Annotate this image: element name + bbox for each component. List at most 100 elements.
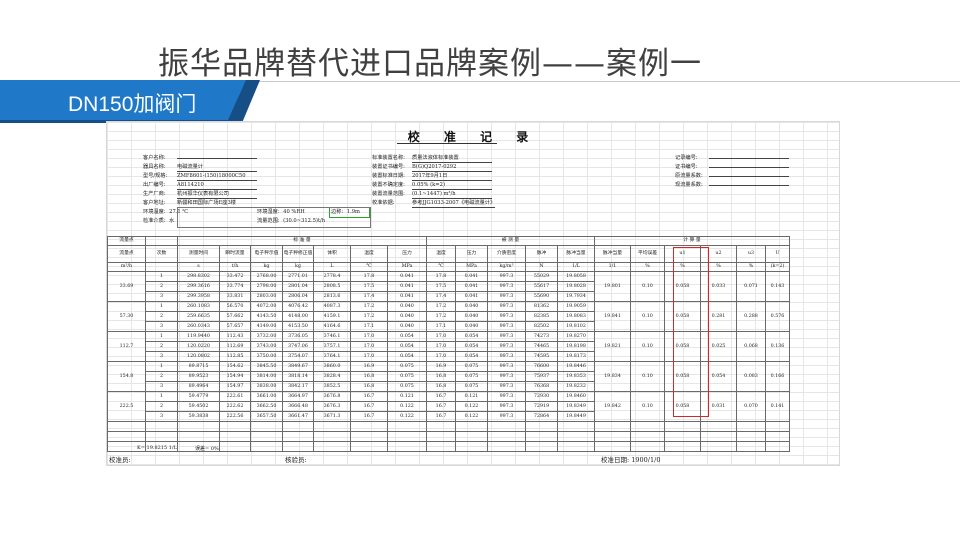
- calibration-sheet: 校 准 记 录 客户名称: 器具名称: 电磁流量计 型号/规格: ZMF8601-(15…: [106, 121, 840, 466]
- column-header: 流量点: [107, 245, 146, 263]
- data-cell: 997.3: [487, 301, 526, 312]
- data-cell: 1: [145, 361, 178, 372]
- data-cell: 17.0: [350, 331, 388, 342]
- data-cell: 0.121: [387, 391, 427, 402]
- data-cell: 997.3: [487, 401, 526, 412]
- calc-U: 0.136: [765, 331, 790, 362]
- data-cell: 3732.00: [250, 331, 283, 342]
- data-cell: 1: [145, 271, 178, 282]
- unit-cell: MPa: [455, 262, 488, 272]
- data-cell: 2: [145, 311, 178, 322]
- data-cell: 16.9: [350, 361, 388, 372]
- column-header: 电子秤示值: [250, 245, 283, 263]
- data-cell: 0.041: [387, 281, 427, 292]
- flow-point: 33.69: [107, 271, 146, 302]
- data-cell: 19.8173: [557, 351, 595, 362]
- calc-U: 0.143: [765, 271, 790, 302]
- info-mid-row: 校准依据: 参考JJG1033-2007《电磁流量计》: [372, 200, 496, 208]
- flow-point: 112.7: [107, 331, 146, 362]
- data-cell: 112.69: [219, 341, 251, 352]
- data-cell: 997.3: [487, 291, 526, 302]
- data-cell: 2771.01: [282, 271, 314, 282]
- data-cell: 2: [145, 341, 178, 352]
- data-cell: 72919: [525, 401, 558, 412]
- calc-pulse-eq: 19.834: [594, 361, 631, 392]
- calc-avg-err: 0.10: [630, 391, 665, 422]
- data-cell: 997.3: [487, 331, 526, 342]
- data-cell: 997.3: [487, 381, 526, 392]
- data-cell: 16.7: [350, 401, 388, 412]
- data-cell: 17.2: [426, 311, 456, 322]
- data-cell: 222.62: [219, 401, 251, 412]
- data-cell: 3754.07: [282, 351, 314, 362]
- data-cell: 2: [145, 281, 178, 292]
- data-cell: 260.0343: [177, 321, 220, 332]
- calc-avg-err: 0.10: [630, 361, 665, 392]
- data-cell: 17.4: [426, 291, 456, 302]
- data-cell: 17.1: [350, 321, 388, 332]
- calc-pulse-eq: 19.841: [594, 301, 631, 332]
- data-cell: 17.2: [350, 301, 388, 312]
- data-cell: 3: [145, 381, 178, 392]
- data-cell: 3818.14: [282, 371, 314, 382]
- data-cell: 3666.48: [282, 401, 314, 412]
- data-cell: 17.0: [426, 341, 456, 352]
- data-cell: 81362: [525, 301, 558, 312]
- data-cell: 19.8198: [557, 341, 595, 352]
- data-cell: 56.570: [219, 301, 251, 312]
- data-cell: 19.7934: [557, 291, 595, 302]
- data-cell: 0.054: [455, 351, 488, 362]
- data-cell: 997.3: [487, 351, 526, 362]
- data-cell: 0.122: [387, 411, 427, 422]
- data-cell: 16.7: [426, 401, 456, 412]
- info-mid-row: 装置流量范围: (0.1~1447) m³/h: [372, 191, 495, 200]
- group-flowpoint: 流量点: [107, 236, 146, 246]
- data-cell: 19.9059: [557, 301, 595, 312]
- data-cell: 3750.00: [250, 351, 283, 362]
- data-cell: 0.122: [455, 411, 488, 422]
- column-header: u3: [736, 245, 766, 263]
- data-cell: 16.7: [350, 411, 388, 422]
- calc-u3: 0.288: [736, 301, 766, 332]
- data-cell: 33.472: [219, 271, 251, 282]
- unit-cell: s: [177, 262, 220, 272]
- unit-cell: 1/L: [557, 262, 595, 272]
- calibration-date: 校准日期: 1900/1/0: [601, 456, 661, 464]
- data-cell: 997.3: [487, 371, 526, 382]
- k-factor: K= 19.8215 1/L: [137, 445, 177, 451]
- data-cell: 76600: [525, 361, 558, 372]
- info-left: 客户名称: 器具名称: 电磁流量计 型号/规格: ZMF8601-(150)18000C…: [143, 155, 257, 209]
- unit-cell: [145, 262, 178, 272]
- data-cell: 0.075: [387, 371, 427, 382]
- data-cell: 3: [145, 351, 178, 362]
- data-cell: 4164.6: [313, 321, 351, 332]
- group-standard: 标 准 量: [177, 236, 427, 246]
- calibrator-label: 校准员:: [109, 456, 131, 464]
- data-cell: 0.075: [387, 381, 427, 392]
- data-cell: 2808.5: [313, 281, 351, 292]
- data-cell: 997.3: [487, 411, 526, 422]
- data-cell: 72930: [525, 391, 558, 402]
- column-header: 压力: [387, 245, 427, 263]
- calc-U: 0.576: [765, 301, 790, 332]
- data-cell: 16.7: [426, 411, 456, 422]
- flow-point: 222.5: [107, 391, 146, 422]
- info-left-row: 器具名称: 电磁流量计: [143, 164, 257, 173]
- data-cell: 19.8058: [557, 271, 595, 282]
- data-cell: 76368: [525, 381, 558, 392]
- column-header: 压力: [455, 245, 488, 263]
- group-header-row: 流量点 标 准 量被 测 量计 算 量: [107, 236, 790, 246]
- data-cell: 19.8232: [557, 381, 595, 392]
- unit-cell: t/h: [219, 262, 251, 272]
- data-cell: 3746.1: [313, 331, 351, 342]
- data-cell: 3662.50: [250, 401, 283, 412]
- data-cell: 0.054: [387, 331, 427, 342]
- data-cell: 4143.50: [250, 311, 283, 322]
- column-header: 测量时间: [177, 245, 220, 263]
- data-cell: 0.040: [455, 321, 488, 332]
- data-cell: 0.075: [455, 381, 488, 392]
- data-cell: 2778.4: [313, 271, 351, 282]
- calc-pulse-eq: 19.821: [594, 331, 631, 362]
- calc-avg-err: 0.10: [630, 271, 665, 302]
- data-cell: 1: [145, 391, 178, 402]
